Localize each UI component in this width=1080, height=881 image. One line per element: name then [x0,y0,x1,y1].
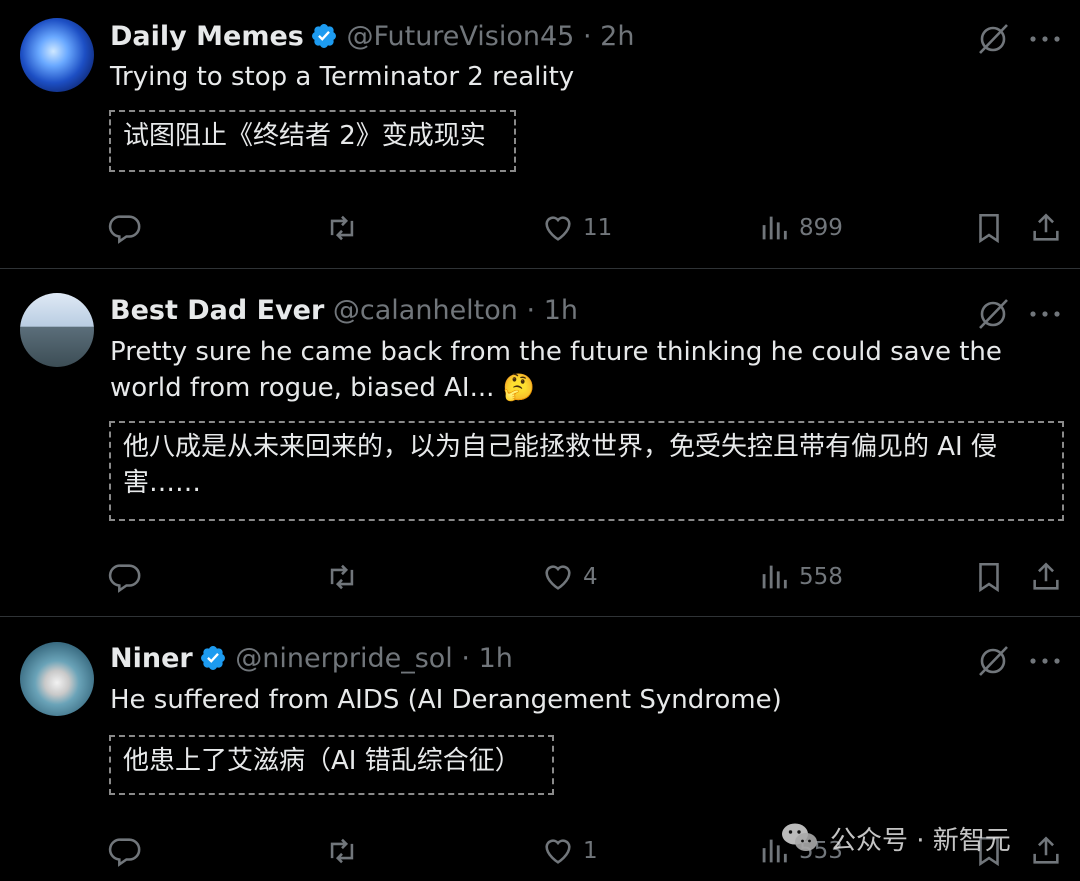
watermark: 公众号 · 新智元 [778,816,1011,860]
translation-box: 他八成是从未来回来的，以为自己能拯救世界，免受失控且带有偏见的 AI 侵害…… [109,421,1064,521]
avatar[interactable] [20,18,94,92]
views-button[interactable]: 899 [757,208,843,248]
tweet[interactable]: Best Dad Ever @calanhelton · 1h Pretty s… [0,269,1080,617]
verified-badge-icon [311,24,336,48]
action-bar: 11 899 [0,208,1080,248]
more-icon[interactable] [1030,658,1060,664]
grok-icon[interactable] [976,22,1010,56]
heart-icon [545,565,571,590]
author-name[interactable]: Niner [110,643,193,674]
separator: · [461,643,471,674]
share-icon [1033,836,1059,864]
grok-icon[interactable] [976,297,1010,331]
author-handle[interactable]: @calanhelton [333,295,518,326]
reply-icon [108,564,141,593]
views-icon [762,216,787,240]
verified-badge-icon [200,646,225,670]
view-count: 899 [799,215,843,241]
tweet-header: Best Dad Ever @calanhelton · 1h [110,294,578,328]
like-count: 4 [583,564,598,590]
retweet-button[interactable] [325,831,359,871]
retweet-icon [330,215,354,241]
reply-icon [108,215,141,244]
author-handle[interactable]: @FutureVision45 [346,21,574,52]
reply-button[interactable] [108,831,142,871]
action-bar: 4 558 [0,557,1080,597]
timestamp[interactable]: 1h [544,295,578,326]
more-icon[interactable] [1030,311,1060,317]
tweet-header: Niner @ninerpride_sol · 1h [110,642,513,676]
views-icon [762,565,787,589]
like-button[interactable]: 1 [541,831,598,871]
more-icon[interactable] [1030,36,1060,42]
bookmark-icon [979,562,999,593]
tweet-text: He suffered from AIDS (AI Derangement Sy… [110,685,782,715]
retweet-button[interactable] [325,557,359,597]
author-name[interactable]: Best Dad Ever [110,295,324,326]
translation-box: 他患上了艾滋病（AI 错乱综合征） [109,735,554,795]
share-button[interactable] [1029,208,1063,248]
tweet-header: Daily Memes @FutureVision45 · 2h [110,20,634,54]
reply-button[interactable] [108,557,142,597]
retweet-icon [330,564,354,590]
tweet-top-actions [976,640,1062,680]
author-handle[interactable]: @ninerpride_sol [235,643,453,674]
tweet-text: Trying to stop a Terminator 2 reality [110,62,575,92]
translation-box: 试图阻止《终结者 2》变成现实 [109,110,516,172]
wechat-icon [782,823,817,851]
like-button[interactable]: 4 [541,557,598,597]
grok-icon[interactable] [976,644,1010,678]
retweet-button[interactable] [325,208,359,248]
like-button[interactable]: 11 [541,208,612,248]
separator: · [526,295,536,326]
share-icon [1033,213,1059,241]
tweet-top-actions [976,293,1062,333]
bookmark-button[interactable] [972,208,1006,248]
heart-icon [545,216,571,241]
reply-icon [108,838,141,867]
author-name[interactable]: Daily Memes [110,21,304,52]
avatar[interactable] [20,293,94,367]
share-button[interactable] [1029,831,1063,871]
reply-button[interactable] [108,208,142,248]
watermark-text: 公众号 · 新智元 [830,825,1011,856]
bookmark-button[interactable] [972,557,1006,597]
tweet[interactable]: Daily Memes @FutureVision45 · 2h Trying … [0,0,1080,269]
like-count: 1 [583,838,598,864]
avatar[interactable] [20,642,94,716]
heart-icon [545,839,571,864]
share-icon [1033,562,1059,590]
view-count: 558 [799,564,843,590]
timestamp[interactable]: 2h [600,21,634,52]
views-button[interactable]: 558 [757,557,843,597]
bookmark-icon [979,213,999,244]
tweet-top-actions [976,18,1062,58]
tweet-text: Pretty sure he came back from the future… [110,337,1002,403]
timestamp[interactable]: 1h [479,643,513,674]
like-count: 11 [583,215,613,241]
share-button[interactable] [1029,557,1063,597]
retweet-icon [330,838,354,864]
separator: · [582,21,592,52]
